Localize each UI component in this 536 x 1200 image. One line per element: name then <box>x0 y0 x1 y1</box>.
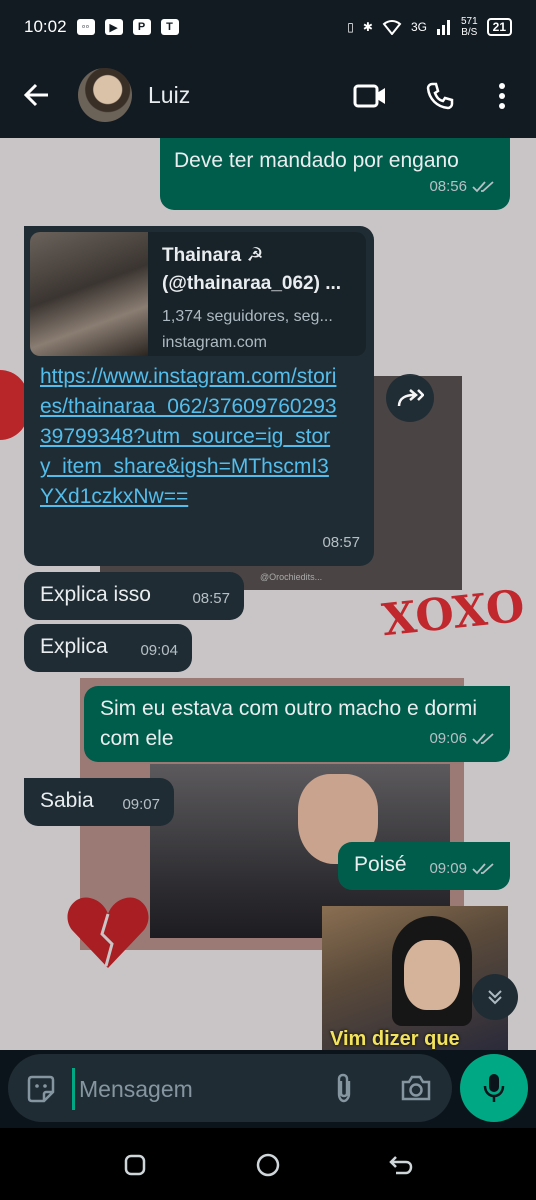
message-text: Explica isso <box>40 583 151 606</box>
contact-name[interactable]: Luiz <box>148 82 190 109</box>
gif-nun-face <box>404 940 460 1010</box>
message-input[interactable] <box>72 1068 321 1110</box>
recents-icon <box>124 1154 146 1176</box>
more-vert-icon <box>499 83 505 109</box>
message-bubble-in[interactable]: Sabia 09:07 <box>24 778 174 826</box>
back-button[interactable] <box>386 1150 416 1180</box>
message-bubble-link[interactable]: Thainara ☭ (@thainaraa_062) ... 1,374 se… <box>24 226 374 566</box>
message-time: 09:09 <box>429 860 467 877</box>
wallpaper-xoxo: XOXO <box>379 580 527 647</box>
message-time: 09:06 <box>429 730 467 747</box>
recents-button[interactable] <box>120 1150 150 1180</box>
wallpaper-broken-heart <box>67 897 149 968</box>
message-meta: 09:09 <box>429 854 496 884</box>
net-speed-value: 571 <box>460 16 478 27</box>
message-link[interactable]: https://www.instagram.com/stories/thaina… <box>40 365 337 508</box>
chat-header: Luiz <box>0 54 536 138</box>
video-call-button[interactable] <box>350 76 390 116</box>
message-text: Sim eu estava com outro macho e dormi co… <box>100 697 477 750</box>
message-meta: 08:57 <box>192 584 230 614</box>
back-arrow-icon[interactable] <box>22 80 52 110</box>
scroll-to-bottom-button[interactable] <box>472 974 518 1020</box>
wifi-icon <box>382 20 402 35</box>
network-type: 3G <box>410 20 427 34</box>
message-time: 08:57 <box>322 534 360 551</box>
message-meta: 08:57 <box>322 528 360 558</box>
status-time: 10:02 <box>24 17 67 36</box>
link-preview-title: Thainara ☭ (@thainaraa_062) ... <box>162 245 342 294</box>
video-camera-icon <box>353 84 385 108</box>
message-meta: 09:06 <box>429 724 496 754</box>
double-chevron-down-icon <box>488 990 502 1005</box>
message-meta: 09:07 <box>122 790 160 820</box>
camera-icon[interactable] <box>400 1074 432 1102</box>
home-button[interactable] <box>253 1150 283 1180</box>
double-check-icon <box>472 181 494 193</box>
message-bubble-in[interactable]: Explica isso 08:57 <box>24 572 244 620</box>
message-bubble-out[interactable]: Poisé 09:09 <box>338 842 510 890</box>
microphone-icon <box>483 1074 505 1102</box>
system-back-icon <box>389 1156 413 1175</box>
wallpaper-watermark: @Orochiedits... <box>260 572 323 582</box>
message-bubble-in[interactable]: Explica 09:04 <box>24 624 192 672</box>
composer <box>0 1050 536 1128</box>
more-options-button[interactable] <box>482 76 522 116</box>
phone-icon <box>426 82 454 110</box>
message-time: 09:04 <box>140 642 178 659</box>
message-time: 08:57 <box>192 590 230 607</box>
status-bar: 10:02 ◦◦ ▶ P T ▯ ✱ 3G 571 B/S 21 <box>0 0 536 54</box>
message-text: Deve ter mandado por engano <box>174 149 459 172</box>
message-time: 08:56 <box>429 178 467 195</box>
message-meta: 08:56 <box>429 172 496 202</box>
message-input-pill <box>8 1054 452 1122</box>
message-link-container: https://www.instagram.com/stories/thaina… <box>40 362 340 512</box>
bluetooth-icon: ✱ <box>362 20 373 34</box>
net-speed: 571 B/S <box>461 16 478 38</box>
chat-area[interactable]: @Orochiedits... XOXO Vim dizer que Deve … <box>0 138 536 1050</box>
voice-message-button[interactable] <box>460 1054 528 1122</box>
double-check-icon <box>472 863 494 875</box>
system-nav-bar <box>0 1128 536 1200</box>
vibrate-icon: ▯ <box>347 20 354 34</box>
t-app-icon: T <box>160 19 179 35</box>
battery-indicator: 21 <box>486 18 512 36</box>
link-preview-thumbnail <box>30 232 148 356</box>
gif-caption: Vim dizer que <box>330 1028 460 1050</box>
link-preview-domain: instagram.com <box>162 334 267 351</box>
home-icon <box>256 1153 280 1177</box>
youtube-icon: ▶ <box>104 19 123 35</box>
message-text: Poisé <box>354 853 407 876</box>
avatar[interactable] <box>78 68 132 122</box>
voice-call-button[interactable] <box>420 76 460 116</box>
signal-icon <box>436 20 450 35</box>
message-time: 09:07 <box>122 796 160 813</box>
forward-icon <box>397 389 424 407</box>
message-bubble-out[interactable]: Deve ter mandado por engano 08:56 <box>160 138 510 210</box>
message-bubble-out[interactable]: Sim eu estava com outro macho e dormi co… <box>84 686 510 762</box>
double-check-icon <box>472 733 494 745</box>
attach-icon[interactable] <box>332 1072 356 1104</box>
link-preview[interactable]: Thainara ☭ (@thainaraa_062) ... 1,374 se… <box>30 232 366 356</box>
gamepad-icon: ◦◦ <box>76 19 95 35</box>
message-meta: 09:04 <box>140 636 178 666</box>
message-text: Sabia <box>40 789 94 812</box>
outlook-icon: P <box>132 19 151 35</box>
message-text: Explica <box>40 635 108 658</box>
forward-button[interactable] <box>386 374 434 422</box>
net-speed-unit: B/S <box>461 27 478 38</box>
sticker-icon[interactable] <box>26 1074 56 1104</box>
